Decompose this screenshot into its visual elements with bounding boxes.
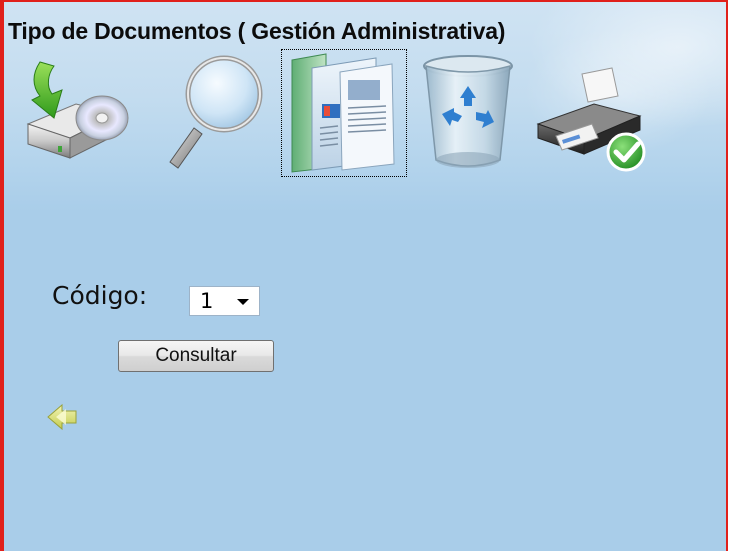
page-title: Tipo de Documentos ( Gestión Administrat… bbox=[8, 18, 506, 44]
app-frame: Tipo de Documentos ( Gestión Administrat… bbox=[0, 0, 728, 551]
documents-button[interactable] bbox=[281, 49, 407, 177]
chevron-down-icon bbox=[237, 299, 249, 305]
back-button[interactable] bbox=[44, 402, 80, 432]
delete-button[interactable] bbox=[416, 52, 534, 176]
search-magnifier-icon bbox=[169, 55, 263, 169]
save-button[interactable] bbox=[18, 52, 136, 176]
header: Tipo de Documentos ( Gestión Administrat… bbox=[4, 2, 726, 212]
save-disk-icon bbox=[26, 61, 129, 159]
codigo-label: Código: bbox=[52, 281, 148, 310]
documents-list-icon bbox=[291, 53, 395, 173]
consultar-button[interactable]: Consultar bbox=[118, 340, 274, 372]
content-area: Código: 1 Consultar bbox=[4, 212, 726, 551]
codigo-select[interactable]: 1 bbox=[189, 286, 260, 316]
print-button[interactable] bbox=[532, 52, 656, 176]
search-button[interactable] bbox=[148, 52, 266, 176]
codigo-select-value: 1 bbox=[200, 289, 214, 313]
printer-check-icon bbox=[536, 67, 646, 172]
recycle-bin-icon bbox=[423, 55, 513, 168]
double-left-arrow-icon bbox=[47, 403, 77, 431]
